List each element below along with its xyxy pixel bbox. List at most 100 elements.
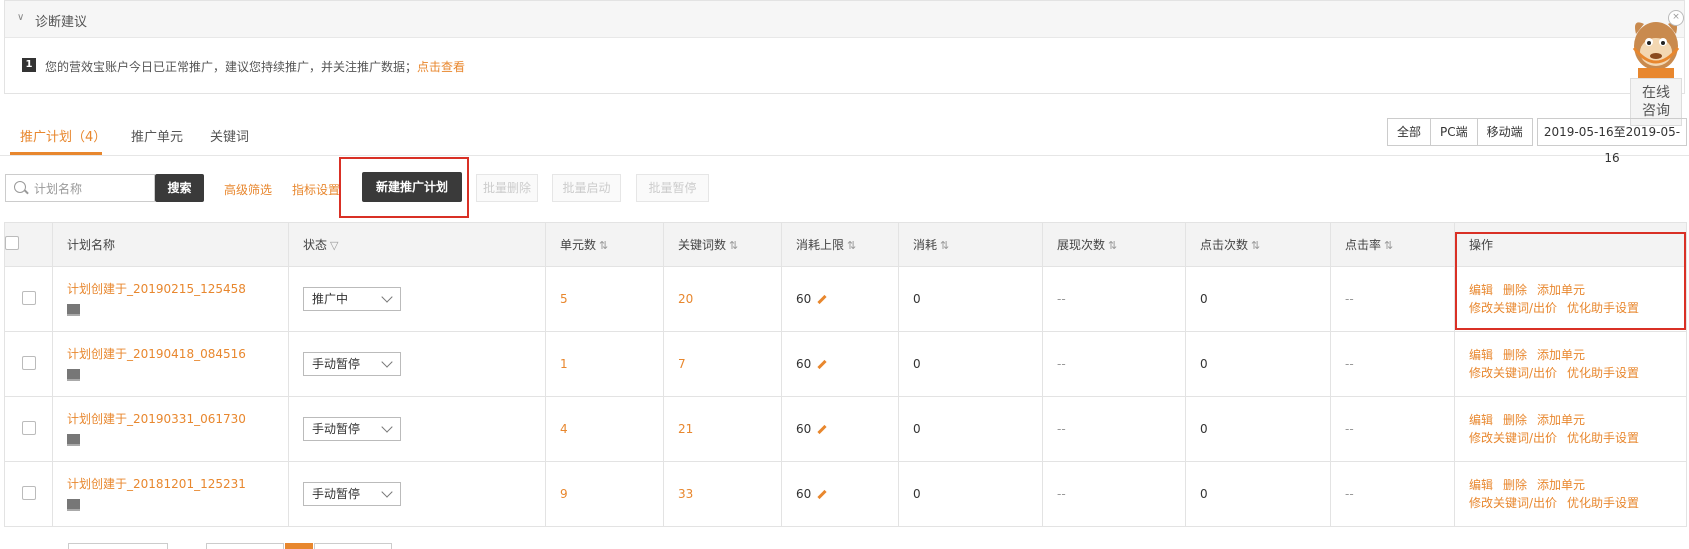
impressions-cell: -- (1042, 266, 1186, 332)
header-clicks[interactable]: 点击次数 ⇅ (1185, 222, 1331, 267)
sort-icon[interactable]: ⇅ (847, 239, 856, 252)
online-consult-widget[interactable]: × 在线 咨询 (1628, 10, 1684, 126)
filter-icon[interactable]: ▽ (330, 239, 338, 252)
pencil-icon[interactable] (817, 294, 827, 305)
cost-limit-cell: 60 (781, 331, 899, 397)
device-mobile-button[interactable]: 移动端 (1476, 118, 1533, 146)
optimize-settings-link[interactable]: 优化助手设置 (1567, 366, 1639, 380)
bulk-pause-button[interactable]: 批量暂停 (636, 174, 709, 202)
select-all-checkbox[interactable] (5, 236, 19, 250)
tab-keywords[interactable]: 关键词 (210, 126, 249, 145)
units-link[interactable]: 1 (546, 357, 568, 371)
diagnosis-header[interactable]: ∨ 诊断建议 (5, 1, 1684, 38)
modify-bid-link[interactable]: 修改关键词/出价 (1469, 431, 1557, 445)
status-select[interactable]: 手动暂停 (303, 352, 401, 376)
search-button[interactable]: 搜索 (155, 174, 204, 202)
plan-name-link[interactable]: 计划创建于_20190418_084516 (67, 345, 288, 362)
table-row: 计划创建于_20190418_084516 手动暂停 1 7 60 0 -- 0 -- 编辑 删除添… (4, 331, 1687, 397)
edit-link[interactable]: 编辑 (1469, 413, 1493, 427)
row-checkbox[interactable] (21, 355, 36, 370)
device-icon (67, 433, 80, 446)
diagnosis-title: 诊断建议 (35, 15, 88, 30)
edit-link[interactable]: 编辑 (1469, 348, 1493, 362)
keywords-link[interactable]: 21 (664, 422, 693, 436)
units-cell: 5 (545, 266, 664, 332)
device-icon (67, 498, 80, 511)
bulk-delete-button[interactable]: 批量删除 (476, 174, 538, 202)
header-cost-limit[interactable]: 消耗上限 ⇅ (781, 222, 899, 267)
edit-link[interactable]: 编辑 (1469, 478, 1493, 492)
tab-units[interactable]: 推广单元 (131, 126, 183, 145)
sort-icon[interactable]: ⇅ (729, 239, 738, 252)
pagination-current[interactable] (285, 543, 313, 549)
units-link[interactable]: 9 (546, 487, 568, 501)
add-unit-link[interactable]: 添加单元 (1537, 478, 1585, 492)
delete-link[interactable]: 删除 (1503, 478, 1527, 492)
impressions-value: -- (1057, 357, 1066, 371)
units-link[interactable]: 4 (546, 422, 568, 436)
delete-link[interactable]: 删除 (1503, 348, 1527, 362)
device-all-button[interactable]: 全部 (1387, 118, 1432, 146)
cost-limit-value: 60 (796, 487, 812, 501)
sort-icon[interactable]: ⇅ (940, 239, 949, 252)
units-cell: 9 (545, 461, 664, 527)
modify-bid-link[interactable]: 修改关键词/出价 (1469, 366, 1557, 380)
pencil-icon[interactable] (817, 424, 827, 435)
add-unit-link[interactable]: 添加单元 (1537, 348, 1585, 362)
cost-limit-cell: 60 (781, 461, 899, 527)
row-select-cell (4, 266, 53, 332)
header-keywords[interactable]: 关键词数 ⇅ (663, 222, 782, 267)
page-size-select[interactable] (68, 543, 168, 549)
metric-settings-link[interactable]: 指标设置 (292, 181, 340, 198)
header-ctr[interactable]: 点击率 ⇅ (1330, 222, 1455, 267)
header-impressions[interactable]: 展现次数 ⇅ (1042, 222, 1186, 267)
close-icon[interactable]: × (1668, 10, 1684, 26)
table-header-row: 计划名称 状态 ▽ 单元数 ⇅ 关键词数 ⇅ 消耗上限 ⇅ 消耗 ⇅ 展现次数 ⇅ 点击次数… (4, 222, 1687, 267)
date-range-picker[interactable]: 2019-05-16至2019-05-16 (1537, 118, 1687, 165)
sort-icon[interactable]: ⇅ (1384, 239, 1393, 252)
actions-cell: 编辑 删除 添加单元修改关键词/出价 优化助手设置 (1454, 396, 1687, 462)
status-select[interactable]: 手动暂停 (303, 417, 401, 441)
new-plan-button[interactable]: 新建推广计划 (362, 172, 462, 202)
sort-icon[interactable]: ⇅ (599, 239, 608, 252)
header-status: 状态 ▽ (288, 222, 546, 267)
tab-plans[interactable]: 推广计划（4） (20, 126, 106, 145)
plan-name-link[interactable]: 计划创建于_20190331_061730 (67, 410, 288, 427)
optimize-settings-link[interactable]: 优化助手设置 (1567, 496, 1639, 510)
status-select[interactable]: 推广中 (303, 287, 401, 311)
sort-icon[interactable]: ⇅ (1251, 239, 1260, 252)
search-input[interactable] (32, 175, 156, 203)
optimize-settings-link[interactable]: 优化助手设置 (1567, 431, 1639, 445)
plan-name-link[interactable]: 计划创建于_20190215_125458 (67, 280, 288, 297)
actions-cell: 编辑 删除 添加单元修改关键词/出价 优化助手设置 (1454, 461, 1687, 527)
header-units[interactable]: 单元数 ⇅ (545, 222, 664, 267)
add-unit-link[interactable]: 添加单元 (1537, 413, 1585, 427)
keywords-link[interactable]: 7 (664, 357, 686, 371)
pagination-next[interactable] (314, 543, 392, 549)
ctr-cell: -- (1330, 331, 1455, 397)
keywords-link[interactable]: 20 (664, 292, 693, 306)
delete-link[interactable]: 删除 (1503, 413, 1527, 427)
row-checkbox[interactable] (21, 485, 36, 500)
advanced-filter-link[interactable]: 高级筛选 (224, 181, 272, 198)
units-cell: 4 (545, 396, 664, 462)
keywords-link[interactable]: 33 (664, 487, 693, 501)
pagination-prev[interactable] (206, 543, 284, 549)
header-cost[interactable]: 消耗 ⇅ (898, 222, 1043, 267)
bulk-start-button[interactable]: 批量启动 (552, 174, 621, 202)
chevron-down-icon[interactable]: ∨ (17, 12, 24, 23)
chevron-down-icon (381, 486, 393, 498)
row-checkbox[interactable] (21, 290, 36, 305)
modify-bid-link[interactable]: 修改关键词/出价 (1469, 496, 1557, 510)
units-link[interactable]: 5 (546, 292, 568, 306)
sort-icon[interactable]: ⇅ (1108, 239, 1117, 252)
diagnosis-view-link[interactable]: 点击查看 (417, 60, 465, 74)
cost-value: 0 (913, 422, 921, 436)
plan-name-link[interactable]: 计划创建于_20181201_125231 (67, 475, 288, 492)
cost-cell: 0 (898, 331, 1043, 397)
pencil-icon[interactable] (817, 359, 827, 370)
status-select[interactable]: 手动暂停 (303, 482, 401, 506)
row-checkbox[interactable] (21, 420, 36, 435)
pencil-icon[interactable] (817, 489, 827, 500)
device-pc-button[interactable]: PC端 (1430, 118, 1478, 146)
